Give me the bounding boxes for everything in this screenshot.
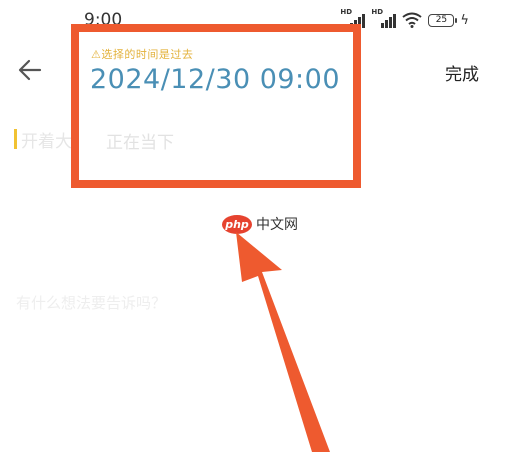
annotation-arrow bbox=[236, 232, 330, 452]
